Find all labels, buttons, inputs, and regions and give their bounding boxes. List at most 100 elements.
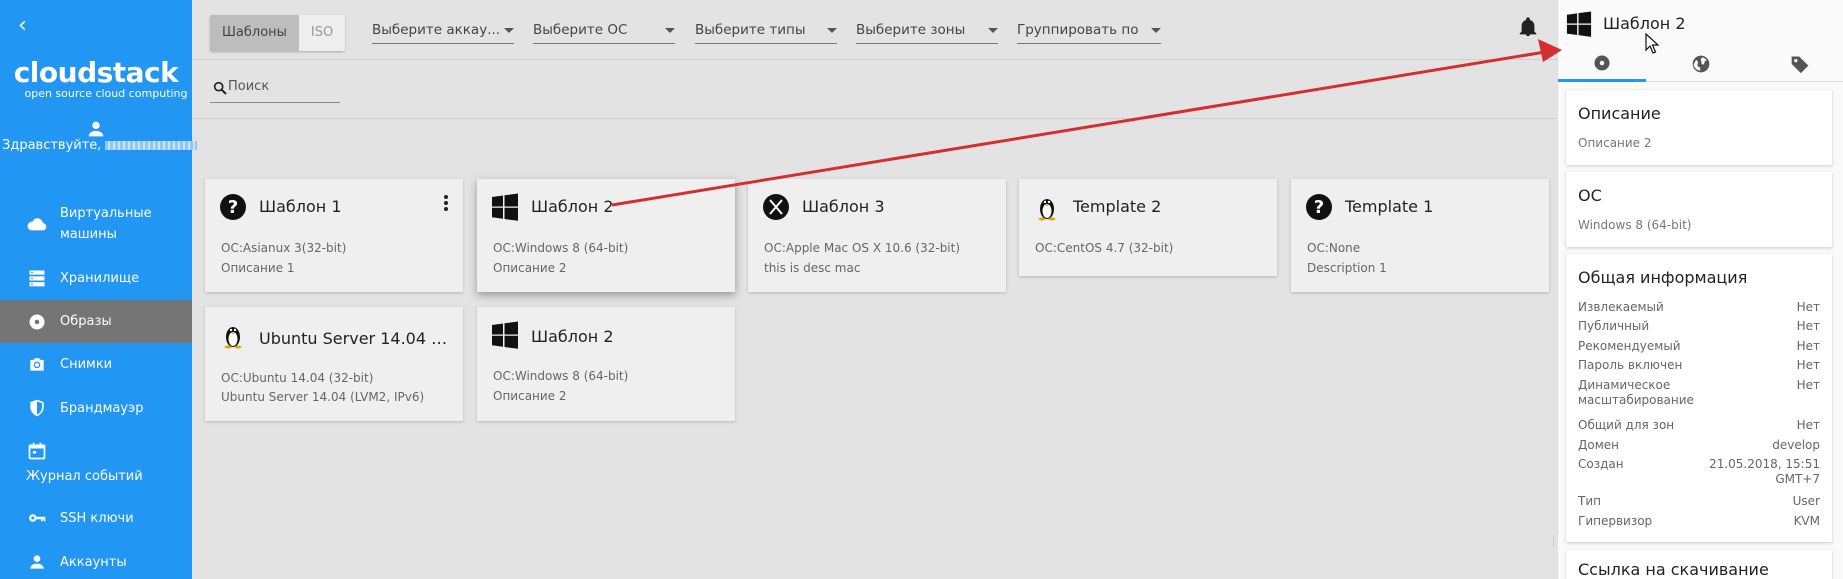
details-tabs (1558, 46, 1843, 82)
account-select-value: Выберите аккау... (372, 22, 501, 38)
sidebar-item-ssh-keys[interactable]: SSH ключи (0, 504, 192, 532)
card-os: ОС:CentOS 4.7 (32-bit) (1035, 241, 1174, 255)
card-os: ОС:Ubuntu 14.04 (32-bit) (221, 371, 374, 385)
linux-tux-icon (1038, 199, 1056, 221)
types-select[interactable]: Выберите типы (695, 16, 837, 44)
card-description: Описание 1 (221, 261, 295, 275)
details-panel: Шаблон 2 Описание Описание 2 ОС Windows … (1557, 0, 1843, 579)
sidebar-item-vms[interactable]: Виртуальные машины (0, 200, 192, 248)
templates-toggle-button[interactable]: Шаблоны (210, 15, 299, 51)
sidebar-item-snapshots[interactable]: Снимки (0, 350, 192, 378)
sidebar-item-firewall[interactable]: Брандмауэр (0, 394, 192, 422)
template-card[interactable]: ? Шаблон 1 ОС:Asianux 3(32-bit) Описание… (205, 179, 463, 292)
os-heading: ОС (1578, 186, 1602, 205)
template-card[interactable]: Ubuntu Server 14.04 (... ОС:Ubuntu 14.04… (205, 307, 463, 421)
scrollbar[interactable] (1548, 535, 1554, 547)
tab-general[interactable] (1558, 46, 1646, 82)
sidebar-item-label: Журнал событий (26, 469, 143, 484)
download-link-heading: Ссылка на скачивание (1578, 560, 1769, 579)
info-key: Извлекаемый (1578, 300, 1664, 314)
description-value: Описание 2 (1578, 136, 1652, 150)
tab-zones[interactable] (1657, 46, 1745, 82)
shield-icon (26, 397, 48, 419)
info-key: Домен (1578, 438, 1619, 452)
search-field (210, 75, 340, 103)
template-card[interactable]: Шаблон 2 ОС:Windows 8 (64-bit) Описание … (477, 179, 735, 292)
chevron-down-icon (1151, 28, 1161, 33)
svg-text:?: ? (228, 197, 238, 218)
greeting-text: Здравствуйте, (2, 138, 102, 153)
sidebar-item-label: Аккаунты (60, 554, 127, 570)
card-os: ОС:Windows 8 (64-bit) (493, 369, 629, 383)
sidebar-item-accounts[interactable]: Аккаунты (0, 548, 192, 576)
info-value: develop (1772, 438, 1820, 452)
camera-icon (26, 353, 48, 375)
sidebar-item-storage[interactable]: Хранилище (0, 264, 192, 292)
template-card[interactable]: Template 2 ОС:CentOS 4.7 (32-bit) (1019, 179, 1277, 276)
os-select[interactable]: Выберите ОС (533, 16, 675, 44)
search-bar (192, 61, 1557, 119)
card-title: Template 2 (1073, 197, 1162, 216)
card-title: Шаблон 2 (531, 197, 614, 216)
template-card[interactable]: Шаблон 3 ОС:Apple Mac OS X 10.6 (32-bit)… (748, 179, 1006, 292)
card-os: ОС:None (1307, 241, 1361, 255)
globe-icon (1692, 55, 1710, 73)
card-description: Описание 2 (493, 261, 567, 275)
os-section: ОС Windows 8 (64-bit) (1566, 172, 1832, 247)
info-key: Создан (1578, 457, 1624, 471)
sidebar-item-label: SSH ключи (60, 510, 134, 526)
sidebar-item-events[interactable]: Журнал событий (0, 438, 192, 488)
card-title: Ubuntu Server 14.04 (... (259, 329, 449, 348)
back-arrow-icon[interactable]: ‹ (18, 14, 38, 38)
template-card[interactable]: Шаблон 2 ОС:Windows 8 (64-bit) Описание … (477, 307, 735, 421)
chevron-down-icon (504, 28, 514, 33)
disc-icon (1594, 55, 1610, 70)
iso-toggle-button[interactable]: ISO (298, 15, 346, 51)
card-title: Template 1 (1345, 197, 1434, 216)
download-link-section: Ссылка на скачивание (1566, 550, 1832, 579)
info-key: Гипервизор (1578, 514, 1653, 528)
info-value: Нет (1796, 418, 1820, 432)
group-by-select[interactable]: Группировать по (1017, 16, 1161, 44)
general-info-heading: Общая информация (1578, 268, 1748, 287)
card-title: Шаблон 3 (802, 197, 885, 216)
person-icon (26, 551, 48, 573)
info-key: Пароль включен (1578, 358, 1683, 372)
logo-text: cloudstack (13, 56, 179, 89)
sidebar-item-label: Брандмауэр (60, 400, 144, 416)
windows-icon (1566, 11, 1592, 37)
info-value: User (1792, 494, 1820, 508)
tag-icon (1791, 56, 1809, 74)
template-card[interactable]: ? Template 1 ОС:None Description 1 (1291, 179, 1549, 292)
info-value: 21.05.2018, 15:51 GMT+7 (1709, 457, 1820, 486)
types-select-value: Выберите типы (695, 22, 806, 38)
info-key: Общий для зон (1578, 418, 1675, 432)
question-icon: ? (1306, 194, 1332, 220)
more-vert-icon[interactable] (441, 193, 451, 213)
redacted-username (105, 141, 198, 150)
general-info-section: Общая информация Извлекаемый Нет Публичны… (1566, 254, 1832, 542)
card-title: Шаблон 2 (531, 327, 614, 346)
sidebar-item-images[interactable]: Образы (0, 300, 192, 343)
search-icon (213, 81, 227, 95)
account-select[interactable]: Выберите аккау... (372, 16, 514, 44)
macos-x-icon (763, 194, 789, 220)
group-by-select-value: Группировать по (1017, 22, 1139, 38)
search-input[interactable] (228, 79, 338, 94)
chevron-down-icon (665, 28, 675, 33)
bell-icon[interactable] (1517, 16, 1539, 38)
info-value: Нет (1796, 378, 1820, 392)
tab-tags[interactable] (1756, 46, 1843, 82)
info-key: Динамическое масштабирование (1578, 378, 1694, 407)
card-os: ОС:Asianux 3(32-bit) (221, 241, 347, 255)
description-heading: Описание (1578, 104, 1661, 123)
zones-select[interactable]: Выберите зоны (856, 16, 998, 44)
card-description: Ubuntu Server 14.04 (LVM2, IPv6) (221, 390, 425, 404)
card-description: Описание 2 (493, 389, 567, 403)
greeting: Здравствуйте, (2, 137, 198, 155)
info-key: Публичный (1578, 319, 1650, 333)
disc-icon (26, 311, 48, 333)
logo-tagline: open source cloud computing (24, 87, 188, 100)
info-value: Нет (1796, 339, 1820, 353)
sidebar-item-label: Образы (60, 314, 112, 329)
